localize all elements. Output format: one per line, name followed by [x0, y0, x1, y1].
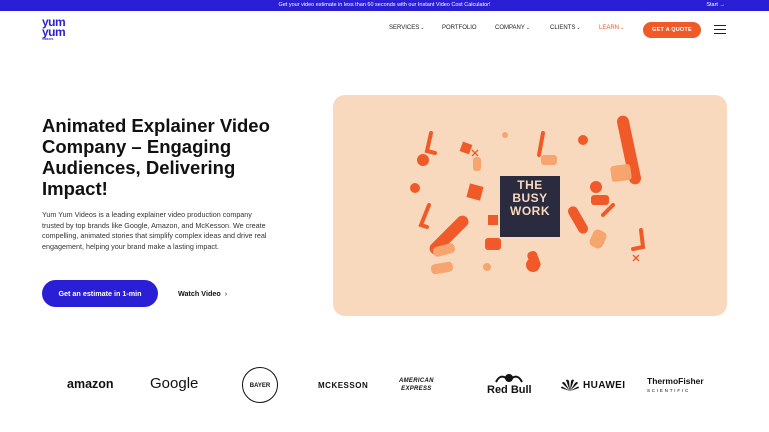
- huawei-petal-icon: [561, 379, 579, 391]
- nav-clients[interactable]: CLIENTS⌄: [550, 25, 581, 35]
- chevron-right-icon: ›: [224, 289, 228, 298]
- start-link[interactable]: Start →: [706, 0, 725, 11]
- thermo-fisher-logo: ThermoFisher SCIENTIFIC: [647, 377, 704, 397]
- orange-block-shape: [485, 238, 501, 250]
- mckesson-logo: MCKESSON: [318, 381, 369, 390]
- thermo-line-2: SCIENTIFIC: [647, 388, 691, 393]
- menu-line: [714, 32, 726, 35]
- nav-portfolio[interactable]: PORTFOLIO: [442, 25, 477, 35]
- red-bull-emblem-icon: [495, 374, 523, 383]
- orange-block-shape: [591, 195, 609, 205]
- orange-bracket-shape: [631, 228, 646, 251]
- announcement-bar: Get your video estimate in less than 60 …: [0, 0, 769, 11]
- orange-cross-shape: [471, 149, 479, 157]
- watch-video-link[interactable]: Watch Video ›: [178, 289, 227, 298]
- orange-square-shape: [488, 215, 498, 225]
- nav-learn-label: LEARN: [599, 25, 620, 31]
- orange-line-shape: [601, 203, 615, 217]
- logo-line-2: yum: [42, 25, 66, 39]
- hamburger-menu-icon[interactable]: [714, 25, 726, 35]
- peach-dot-shape: [483, 263, 491, 271]
- busy-work-title-card: THE BUSY WORK: [500, 176, 560, 237]
- chevron-down-icon: ⌄: [576, 25, 581, 31]
- yumyum-logo[interactable]: yum yum VIDEOS: [42, 16, 72, 43]
- get-a-quote-button[interactable]: GET A QUOTE: [643, 22, 701, 38]
- peach-block-shape: [430, 261, 454, 275]
- orange-cross-shape: [632, 254, 640, 262]
- orange-square-shape: [459, 141, 473, 155]
- peach-block-shape: [541, 155, 557, 165]
- red-bull-logo: Red Bull: [487, 384, 532, 396]
- peach-block-shape: [589, 229, 607, 249]
- thermo-line-1: ThermoFisher: [647, 376, 704, 386]
- orange-bracket-shape: [418, 203, 431, 229]
- peach-dot-shape: [502, 132, 508, 138]
- orange-square-shape: [466, 183, 484, 201]
- orange-dot-shape: [590, 181, 602, 193]
- hero-description: Yum Yum Videos is a leading explainer vi…: [42, 210, 267, 251]
- orange-bracket-shape: [424, 131, 437, 155]
- nav-company[interactable]: COMPANY⌄: [495, 25, 530, 35]
- amex-line-1: AMERICAN: [399, 378, 434, 384]
- nav-services[interactable]: SERVICES⌄: [389, 25, 424, 35]
- nav-services-label: SERVICES: [389, 25, 420, 31]
- nav-clients-label: CLIENTS: [550, 25, 576, 31]
- peach-block-shape: [473, 157, 481, 171]
- watch-video-label: Watch Video: [178, 289, 221, 298]
- google-logo: Google: [150, 375, 199, 392]
- bayer-logo: BAYER: [242, 367, 278, 403]
- menu-line: [714, 28, 726, 31]
- chevron-down-icon: ⌄: [525, 25, 531, 31]
- menu-line: [714, 25, 726, 27]
- amex-line-2: EXPRESS: [401, 386, 432, 392]
- orange-dot-shape: [578, 135, 588, 145]
- chevron-down-icon: ⌄: [620, 25, 625, 31]
- hero-video-thumbnail[interactable]: THE BUSY WORK: [333, 95, 727, 316]
- orange-dot-shape: [410, 183, 420, 193]
- huawei-logo: HUAWEI: [583, 380, 626, 391]
- hero-title: Animated Explainer Video Company – Engag…: [42, 115, 270, 199]
- peach-block-shape: [610, 164, 632, 182]
- amazon-logo: amazon: [67, 377, 114, 391]
- american-express-logo: AMERICAN EXPRESS: [399, 377, 434, 397]
- nav-portfolio-label: PORTFOLIO: [442, 25, 477, 31]
- nav-learn[interactable]: LEARN⌄: [599, 25, 624, 35]
- orange-dot-shape: [417, 154, 429, 166]
- get-estimate-button[interactable]: Get an estimate in 1-min: [42, 280, 158, 307]
- announcement-message[interactable]: Get your video estimate in less than 60 …: [0, 0, 769, 11]
- art-line-3: WORK: [510, 204, 550, 218]
- orange-bar-shape: [568, 206, 588, 234]
- chevron-down-icon: ⌄: [420, 25, 425, 31]
- orange-line-shape: [537, 131, 545, 157]
- nav-company-label: COMPANY: [495, 25, 525, 31]
